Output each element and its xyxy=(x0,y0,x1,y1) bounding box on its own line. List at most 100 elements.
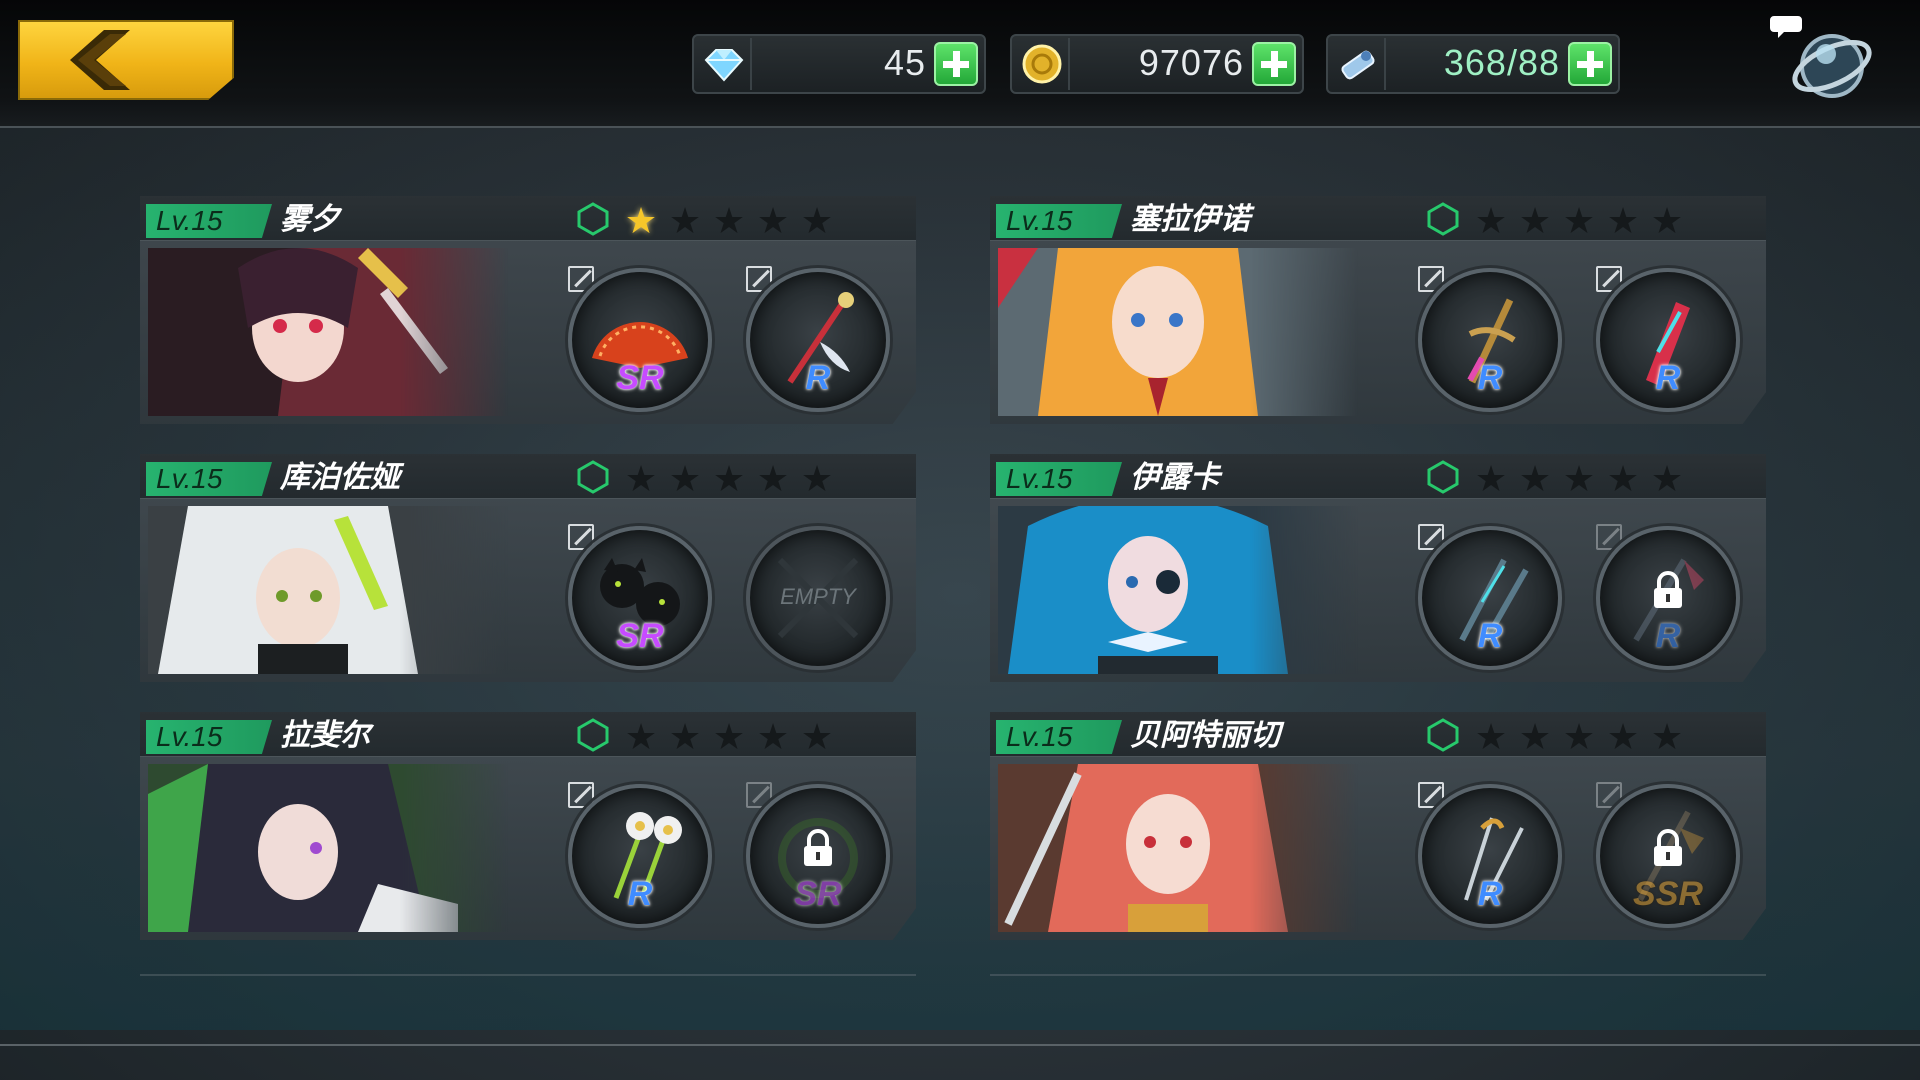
profile-orb-button[interactable] xyxy=(1770,8,1894,108)
rarity-label: SR xyxy=(794,875,842,913)
weapon-slot[interactable]: SR xyxy=(568,268,712,412)
divider xyxy=(990,974,1766,976)
star-empty-icon: ★ xyxy=(1562,200,1596,241)
star-empty-icon: ★ xyxy=(712,200,746,241)
character-card[interactable]: Lv.15 贝阿特丽切 ★ ★ ★ ★ ★ R SSR xyxy=(990,712,1766,940)
character-portrait xyxy=(998,248,1358,416)
weapon-slot[interactable]: SR xyxy=(568,526,712,670)
add-gems-button[interactable] xyxy=(934,42,978,86)
star-empty-icon: ★ xyxy=(1518,200,1552,241)
weapon-slot[interactable]: R xyxy=(746,268,890,412)
coin-icon xyxy=(1016,38,1070,90)
rarity-label: SR xyxy=(616,359,664,397)
star-rating: ★ ★ ★ ★ ★ xyxy=(1472,458,1686,499)
locked-weapon-slot[interactable]: R xyxy=(1596,526,1740,670)
level-badge: Lv.15 xyxy=(146,720,272,754)
locked-weapon-slot[interactable]: SR xyxy=(746,784,890,928)
rarity-label: R xyxy=(1477,359,1503,397)
gems-value: 45 xyxy=(883,42,926,83)
star-rating: ★ ★ ★ ★ ★ xyxy=(1472,200,1686,241)
star-empty-icon: ★ xyxy=(1650,200,1684,241)
star-empty-icon: ★ xyxy=(1606,458,1640,499)
weapon-slot[interactable]: R xyxy=(1596,268,1740,412)
gems-counter: 45 xyxy=(692,34,986,94)
stamina-value: 368/88 xyxy=(1443,42,1560,83)
character-card[interactable]: Lv.15 雾夕 ★ ★ ★ ★ ★ SR R xyxy=(140,196,916,424)
star-empty-icon: ★ xyxy=(624,458,658,499)
hexagon-icon xyxy=(1427,718,1459,752)
character-name: 塞拉伊诺 xyxy=(1130,203,1250,236)
rarity-label: R xyxy=(1655,359,1681,397)
hexagon-icon xyxy=(1427,460,1459,494)
character-portrait xyxy=(998,764,1358,932)
back-button[interactable] xyxy=(18,20,234,100)
character-name: 雾夕 xyxy=(280,203,340,236)
weapon-slot[interactable]: R xyxy=(1418,268,1562,412)
back-arrow-icon xyxy=(70,30,130,90)
character-portrait xyxy=(998,506,1358,674)
character-card[interactable]: Lv.15 库泊佐娅 ★ ★ ★ ★ ★ SR EMPTY xyxy=(140,454,916,682)
weapon-slot[interactable]: R xyxy=(1418,526,1562,670)
locked-weapon-slot[interactable]: SSR xyxy=(1596,784,1740,928)
star-filled-icon: ★ xyxy=(624,200,658,241)
level-badge: Lv.15 xyxy=(996,204,1122,238)
star-empty-icon: ★ xyxy=(1518,458,1552,499)
character-name: 贝阿特丽切 xyxy=(1130,719,1280,752)
star-empty-icon: ★ xyxy=(712,458,746,499)
weapon-slot[interactable]: R xyxy=(1418,784,1562,928)
rarity-label: R xyxy=(1477,875,1503,913)
star-rating: ★ ★ ★ ★ ★ xyxy=(622,716,836,757)
empty-weapon-slot[interactable]: EMPTY xyxy=(746,526,890,670)
star-empty-icon: ★ xyxy=(1650,458,1684,499)
star-empty-icon: ★ xyxy=(756,458,790,499)
star-rating: ★ ★ ★ ★ ★ xyxy=(622,458,836,499)
rarity-label: R xyxy=(805,359,831,397)
add-stamina-button[interactable] xyxy=(1568,42,1612,86)
star-empty-icon: ★ xyxy=(1474,716,1508,757)
star-empty-icon: ★ xyxy=(1606,716,1640,757)
lock-icon xyxy=(1654,571,1682,608)
character-portrait xyxy=(148,764,508,932)
star-empty-icon: ★ xyxy=(668,458,702,499)
rarity-label: R xyxy=(1655,617,1681,655)
bottom-border xyxy=(0,1044,1920,1046)
lock-icon xyxy=(804,829,832,866)
star-empty-icon: ★ xyxy=(1474,200,1508,241)
level-badge: Lv.15 xyxy=(146,462,272,496)
character-card[interactable]: Lv.15 伊露卡 ★ ★ ★ ★ ★ R R xyxy=(990,454,1766,682)
divider xyxy=(140,974,916,976)
star-rating: ★ ★ ★ ★ ★ xyxy=(1472,716,1686,757)
stamina-counter: 368/88 xyxy=(1326,34,1620,94)
star-rating: ★ ★ ★ ★ ★ xyxy=(622,200,836,241)
rarity-label: SSR xyxy=(1633,875,1703,913)
rarity-label: R xyxy=(627,875,653,913)
level-badge: Lv.15 xyxy=(996,720,1122,754)
character-card[interactable]: Lv.15 拉斐尔 ★ ★ ★ ★ ★ R SR xyxy=(140,712,916,940)
hexagon-icon xyxy=(1427,202,1459,236)
weapon-slot[interactable]: R xyxy=(568,784,712,928)
hexagon-icon xyxy=(577,718,609,752)
star-empty-icon: ★ xyxy=(668,716,702,757)
rarity-label: SR xyxy=(616,617,664,655)
ticket-icon xyxy=(1332,38,1386,90)
level-badge: Lv.15 xyxy=(996,462,1122,496)
star-empty-icon: ★ xyxy=(624,716,658,757)
star-empty-icon: ★ xyxy=(800,200,834,241)
hexagon-icon xyxy=(577,202,609,236)
star-empty-icon: ★ xyxy=(1650,716,1684,757)
gold-counter: 97076 xyxy=(1010,34,1304,94)
crystal-icon xyxy=(698,38,752,90)
character-name: 库泊佐娅 xyxy=(280,461,400,494)
add-gold-button[interactable] xyxy=(1252,42,1296,86)
hexagon-icon xyxy=(577,460,609,494)
empty-slot-label: EMPTY xyxy=(780,584,856,609)
star-empty-icon: ★ xyxy=(1518,716,1552,757)
star-empty-icon: ★ xyxy=(1606,200,1640,241)
character-portrait xyxy=(148,248,508,416)
character-name: 伊露卡 xyxy=(1130,461,1220,494)
character-card[interactable]: Lv.15 塞拉伊诺 ★ ★ ★ ★ ★ R R xyxy=(990,196,1766,424)
character-portrait xyxy=(148,506,508,674)
chat-orb-icon xyxy=(1770,16,1872,98)
star-empty-icon: ★ xyxy=(800,716,834,757)
star-empty-icon: ★ xyxy=(756,716,790,757)
